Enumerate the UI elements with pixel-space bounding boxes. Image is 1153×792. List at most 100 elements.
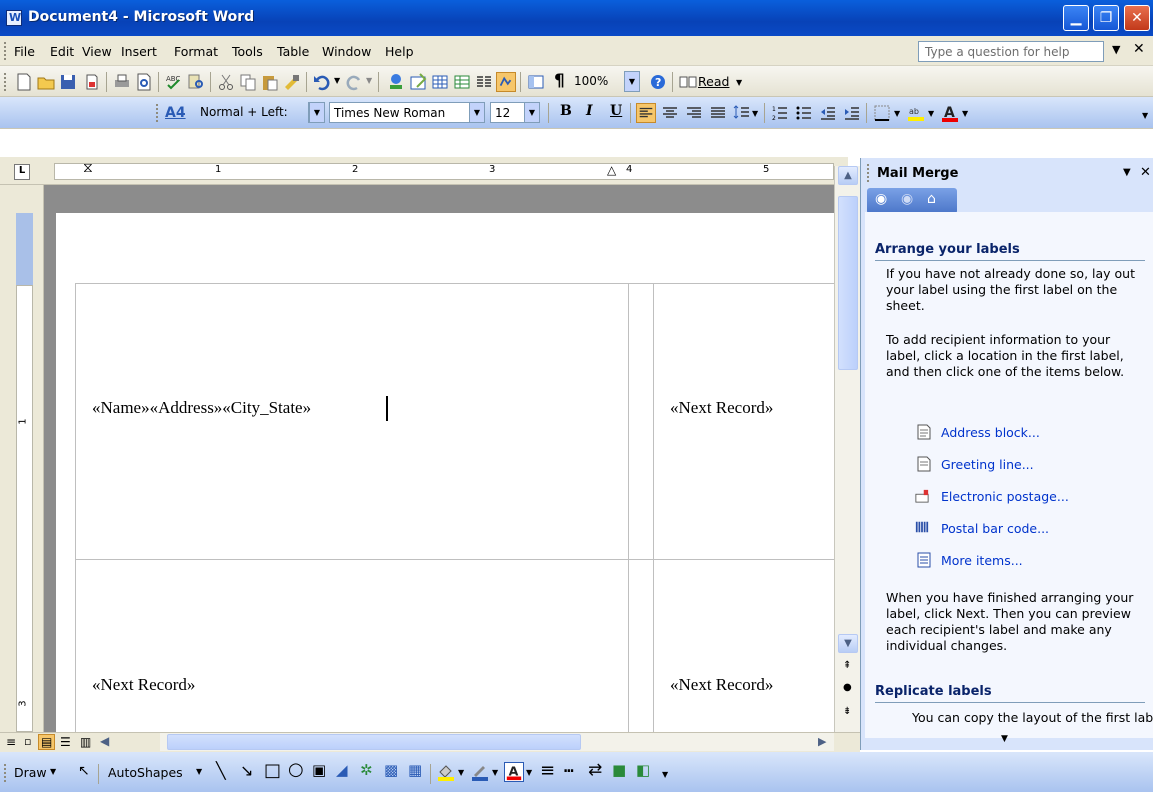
menu-insert[interactable]: Insert	[121, 44, 157, 59]
more-items-link[interactable]: More items...	[941, 553, 1023, 568]
web-layout-icon[interactable]: ▫	[24, 735, 31, 748]
font-size-dropdown[interactable]: 12 ▼	[490, 102, 540, 123]
align-left-icon[interactable]	[636, 103, 656, 123]
label-cell-next-record[interactable]: «Next Record»	[670, 675, 773, 695]
ruler-scale[interactable]: ⧖ 1 2 3 4 5 △	[54, 160, 834, 180]
diagram-icon[interactable]: ✲	[360, 761, 373, 779]
scroll-thumb[interactable]	[838, 196, 858, 370]
task-pane-grip[interactable]	[867, 164, 870, 182]
arrow-style-icon[interactable]: ⇄	[588, 760, 602, 780]
wordart-icon[interactable]: ◢	[336, 761, 348, 779]
show-hide-formatting-icon[interactable]: ¶	[554, 71, 565, 91]
font-dropdown-arrow[interactable]: ▼	[469, 103, 484, 122]
menu-window[interactable]: Window	[322, 44, 371, 59]
autoshapes-dropdown-icon[interactable]: ▼	[196, 767, 202, 776]
home-icon[interactable]: ⌂	[927, 191, 936, 207]
document-close-icon[interactable]: ✕	[1133, 41, 1145, 57]
toolbar-options-icon[interactable]: ▼	[662, 770, 668, 779]
menu-grip[interactable]	[4, 42, 7, 60]
vertical-scrollbar[interactable]: ▲ ▼ ⇞ ● ⇟	[834, 166, 860, 732]
zoom-dropdown-arrow[interactable]: ▼	[624, 71, 640, 92]
read-icon[interactable]	[678, 72, 698, 92]
font-color-icon[interactable]: A	[940, 103, 960, 123]
spelling-grammar-icon[interactable]: ABC	[164, 72, 184, 92]
postal-bar-code-link[interactable]: Postal bar code...	[941, 521, 1049, 536]
menu-edit[interactable]: Edit	[50, 44, 74, 59]
font-color-draw-dropdown-icon[interactable]: ▼	[526, 768, 532, 777]
bold-button[interactable]: B	[560, 103, 572, 119]
indent-marker-icon[interactable]: ⧖	[83, 160, 93, 176]
text-box-icon[interactable]: ▣	[312, 761, 326, 779]
insert-picture-icon[interactable]: ▦	[408, 761, 422, 779]
horizontal-scroll-thumb[interactable]	[167, 734, 581, 750]
previous-page-icon[interactable]: ⇞	[843, 660, 851, 671]
highlight-dropdown-icon[interactable]: ▼	[928, 109, 934, 118]
3d-style-icon[interactable]: ◧	[636, 761, 650, 779]
style-dropdown-arrow[interactable]: ▼	[308, 102, 325, 123]
open-folder-icon[interactable]	[36, 72, 56, 92]
line-color-icon[interactable]	[470, 762, 490, 782]
back-icon[interactable]: ◉	[875, 191, 887, 207]
arrow-tool-icon[interactable]: ↘	[240, 761, 253, 780]
draw-dropdown-icon[interactable]: ▼	[50, 767, 56, 776]
increase-indent-icon[interactable]	[842, 103, 862, 123]
menu-format[interactable]: Format	[174, 44, 218, 59]
right-indent-icon[interactable]: △	[607, 163, 616, 177]
styles-formatting-icon[interactable]: A4	[165, 105, 186, 121]
next-page-icon[interactable]: ⇟	[843, 706, 851, 717]
copy-icon[interactable]	[238, 72, 258, 92]
minimize-button[interactable]: ▁	[1063, 5, 1089, 31]
outline-view-icon[interactable]: ☰	[60, 735, 71, 749]
insert-table-icon[interactable]	[430, 72, 450, 92]
new-document-icon[interactable]	[14, 72, 34, 92]
numbering-icon[interactable]: 12	[770, 103, 790, 123]
insert-excel-icon[interactable]	[452, 72, 472, 92]
underline-button[interactable]: U	[610, 103, 622, 119]
fill-color-dropdown-icon[interactable]: ▼	[458, 768, 464, 777]
oval-tool-icon[interactable]: ○	[288, 759, 304, 780]
undo-icon[interactable]	[312, 72, 332, 92]
menu-table[interactable]: Table	[277, 44, 309, 59]
borders-icon[interactable]	[872, 103, 892, 123]
research-icon[interactable]	[186, 72, 206, 92]
format-painter-icon[interactable]	[282, 72, 302, 92]
task-pane-scroll-down-icon[interactable]: ▼	[1001, 734, 1008, 744]
hyperlink-icon[interactable]	[386, 72, 406, 92]
menu-help[interactable]: Help	[385, 44, 414, 59]
line-style-icon[interactable]: ≡	[540, 760, 555, 781]
decrease-indent-icon[interactable]	[818, 103, 838, 123]
justify-icon[interactable]	[708, 103, 728, 123]
document-page[interactable]	[56, 213, 834, 732]
font-color-draw-icon[interactable]: A	[504, 762, 524, 782]
close-button[interactable]: ✕	[1124, 5, 1150, 31]
tab-selector[interactable]: L	[14, 164, 30, 180]
select-objects-icon[interactable]: ↖	[78, 763, 90, 779]
line-tool-icon[interactable]: ╲	[216, 761, 226, 780]
shadow-style-icon[interactable]: ■	[612, 761, 626, 779]
save-icon[interactable]	[58, 72, 78, 92]
permission-icon[interactable]	[82, 72, 102, 92]
help-question-input[interactable]: Type a question for help	[918, 41, 1104, 62]
restore-button[interactable]: ❐	[1093, 5, 1119, 31]
electronic-postage-link[interactable]: Electronic postage...	[941, 489, 1069, 504]
scroll-down-button[interactable]: ▼	[838, 634, 858, 653]
highlight-icon[interactable]: ab	[906, 103, 926, 123]
undo-dropdown-icon[interactable]: ▼	[334, 76, 340, 85]
label-cell-merge-fields[interactable]: «Name»«Address»«City_State»	[92, 398, 311, 418]
style-dropdown[interactable]: Normal + Left:	[196, 102, 323, 123]
toolbar-grip[interactable]	[4, 764, 7, 782]
help-icon[interactable]: ?	[648, 72, 668, 92]
toolbar-options-icon[interactable]: ▼	[1142, 111, 1148, 120]
bullets-icon[interactable]	[794, 103, 814, 123]
scroll-right-icon[interactable]: ▶	[818, 735, 826, 748]
print-icon[interactable]	[112, 72, 132, 92]
clip-art-icon[interactable]: ▩	[384, 761, 398, 779]
read-button[interactable]: Read	[698, 74, 729, 89]
borders-dropdown-icon[interactable]: ▼	[894, 109, 900, 118]
draw-menu-button[interactable]: Draw	[14, 765, 47, 780]
menu-tools[interactable]: Tools	[232, 44, 263, 59]
fill-color-icon[interactable]	[436, 762, 456, 782]
print-layout-icon[interactable]: ▤	[38, 734, 56, 750]
help-dropdown-icon[interactable]: ▼	[1112, 43, 1120, 56]
autoshapes-menu-button[interactable]: AutoShapes	[108, 765, 183, 780]
